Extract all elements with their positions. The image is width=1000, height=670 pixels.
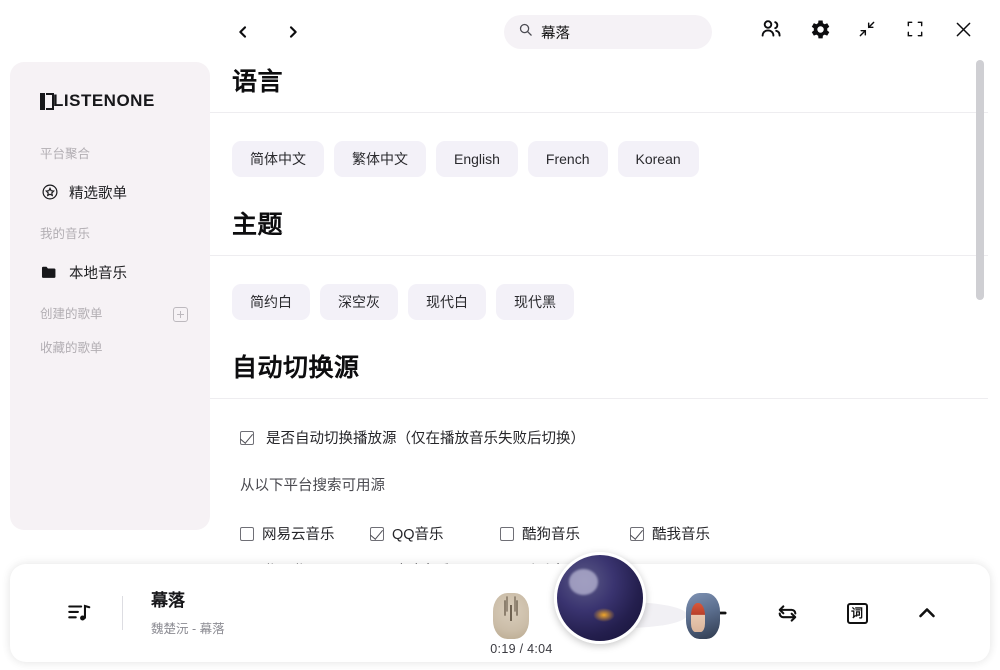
auto-switch-section-title: 自动切换源 xyxy=(232,354,360,382)
auto-switch-toggle-row[interactable]: 是否自动切换播放源（仅在播放音乐失败后切换） xyxy=(210,399,988,448)
language-option-korean[interactable]: Korean xyxy=(617,141,699,177)
player-controls: 词 xyxy=(702,598,942,628)
sidebar-created-playlists-row: 创建的歌单 xyxy=(10,306,210,322)
sidebar-item-featured-playlists[interactable]: 精选歌单 xyxy=(10,180,210,204)
theme-option-deep-gray[interactable]: 深空灰 xyxy=(320,284,398,320)
source-kugou[interactable]: 酷狗音乐 xyxy=(500,523,630,544)
back-button[interactable] xyxy=(232,19,254,45)
source-netease[interactable]: 网易云音乐 xyxy=(240,523,370,544)
logo-mark-icon xyxy=(40,92,54,110)
album-cover-prev[interactable] xyxy=(493,593,529,639)
repeat-button[interactable] xyxy=(772,598,802,628)
language-options: 简体中文 繁体中文 English French Korean xyxy=(210,113,988,201)
player-bar: 幕落 魏楚沅 - 幕落 0:19 / 4:04 词 xyxy=(10,552,990,662)
album-art-glow-shape xyxy=(593,608,616,623)
navigation-arrows xyxy=(232,19,304,45)
star-badge-icon xyxy=(40,183,59,202)
logo-text: LISTENONE xyxy=(53,91,155,110)
language-option-french[interactable]: French xyxy=(527,141,608,177)
theme-option-simple-white[interactable]: 简约白 xyxy=(232,284,310,320)
source-qq-label: QQ音乐 xyxy=(392,527,444,543)
scrollbar-thumb[interactable] xyxy=(976,60,984,300)
close-icon[interactable] xyxy=(950,16,976,42)
users-icon[interactable] xyxy=(758,16,784,42)
source-qq-checkbox[interactable] xyxy=(370,526,384,541)
scrollbar-track[interactable] xyxy=(976,58,986,588)
album-cover-current[interactable] xyxy=(554,552,646,644)
lyrics-label: 词 xyxy=(846,602,868,624)
forward-button[interactable] xyxy=(282,19,304,45)
source-hint-text: 从以下平台搜索可用源 xyxy=(240,478,385,494)
minimize-icon[interactable] xyxy=(854,16,880,42)
language-option-english[interactable]: English xyxy=(436,141,518,177)
auto-switch-toggle-label: 是否自动切换播放源（仅在播放音乐失败后切换） xyxy=(266,431,585,447)
language-option-zh-cn[interactable]: 简体中文 xyxy=(232,141,324,177)
source-kuwo-checkbox[interactable] xyxy=(630,526,644,541)
theme-section-title: 主题 xyxy=(232,211,284,239)
source-kugou-checkbox[interactable] xyxy=(500,526,514,541)
sidebar-group-label-favorites: 收藏的歌单 xyxy=(40,341,103,355)
language-section-title: 语言 xyxy=(232,68,284,96)
source-kuwo[interactable]: 酷我音乐 xyxy=(630,523,760,544)
album-art-moon-shape xyxy=(569,568,599,595)
theme-option-modern-white[interactable]: 现代白 xyxy=(408,284,486,320)
source-netease-checkbox[interactable] xyxy=(240,526,254,541)
sidebar-group-label-platform: 平台聚合 xyxy=(40,147,91,161)
source-kugou-label: 酷狗音乐 xyxy=(522,527,580,543)
sidebar-group-label-created: 创建的歌单 xyxy=(40,307,103,321)
window-controls xyxy=(758,16,976,42)
source-qq[interactable]: QQ音乐 xyxy=(370,523,500,544)
album-art-carousel[interactable]: 0:19 / 4:04 xyxy=(341,552,720,662)
track-title: 幕落 xyxy=(151,590,185,610)
track-artist: 魏楚沅 - 幕落 xyxy=(151,621,225,636)
source-netease-label: 网易云音乐 xyxy=(262,527,335,543)
player-divider xyxy=(122,596,123,630)
search-input[interactable]: 幕落 xyxy=(504,15,712,49)
sidebar-item-label-local-music: 本地音乐 xyxy=(69,265,127,282)
top-bar: 幕落 xyxy=(210,0,1000,64)
sidebar: LISTENONE 平台聚合 精选歌单 我的音乐 本地音乐 创建的歌单 收藏的歌… xyxy=(10,62,210,530)
add-playlist-icon[interactable] xyxy=(173,306,188,322)
album-cover-next[interactable] xyxy=(686,593,720,639)
maximize-icon[interactable] xyxy=(902,16,928,42)
app-window: LISTENONE 平台聚合 精选歌单 我的音乐 本地音乐 创建的歌单 收藏的歌… xyxy=(0,0,1000,670)
lyrics-button[interactable]: 词 xyxy=(842,598,872,628)
app-logo: LISTENONE xyxy=(10,88,210,114)
theme-option-modern-black[interactable]: 现代黑 xyxy=(496,284,574,320)
sidebar-item-label-featured-playlists: 精选歌单 xyxy=(69,185,127,202)
search-input-value: 幕落 xyxy=(541,25,570,42)
auto-switch-checkbox[interactable] xyxy=(240,430,254,445)
track-info: 幕落 魏楚沅 - 幕落 xyxy=(151,590,341,637)
language-option-zh-tw[interactable]: 繁体中文 xyxy=(334,141,426,177)
search-icon xyxy=(518,22,533,42)
sidebar-group-label-mymusic: 我的音乐 xyxy=(40,227,91,241)
playlist-music-icon[interactable] xyxy=(64,598,94,628)
playback-time: 0:19 / 4:04 xyxy=(490,642,553,656)
expand-player-button[interactable] xyxy=(912,598,942,628)
folder-icon xyxy=(40,263,59,282)
sidebar-item-local-music[interactable]: 本地音乐 xyxy=(10,260,210,284)
source-kuwo-label: 酷我音乐 xyxy=(652,527,710,543)
gear-icon[interactable] xyxy=(806,16,832,42)
theme-options: 简约白 深空灰 现代白 现代黑 xyxy=(210,256,988,344)
